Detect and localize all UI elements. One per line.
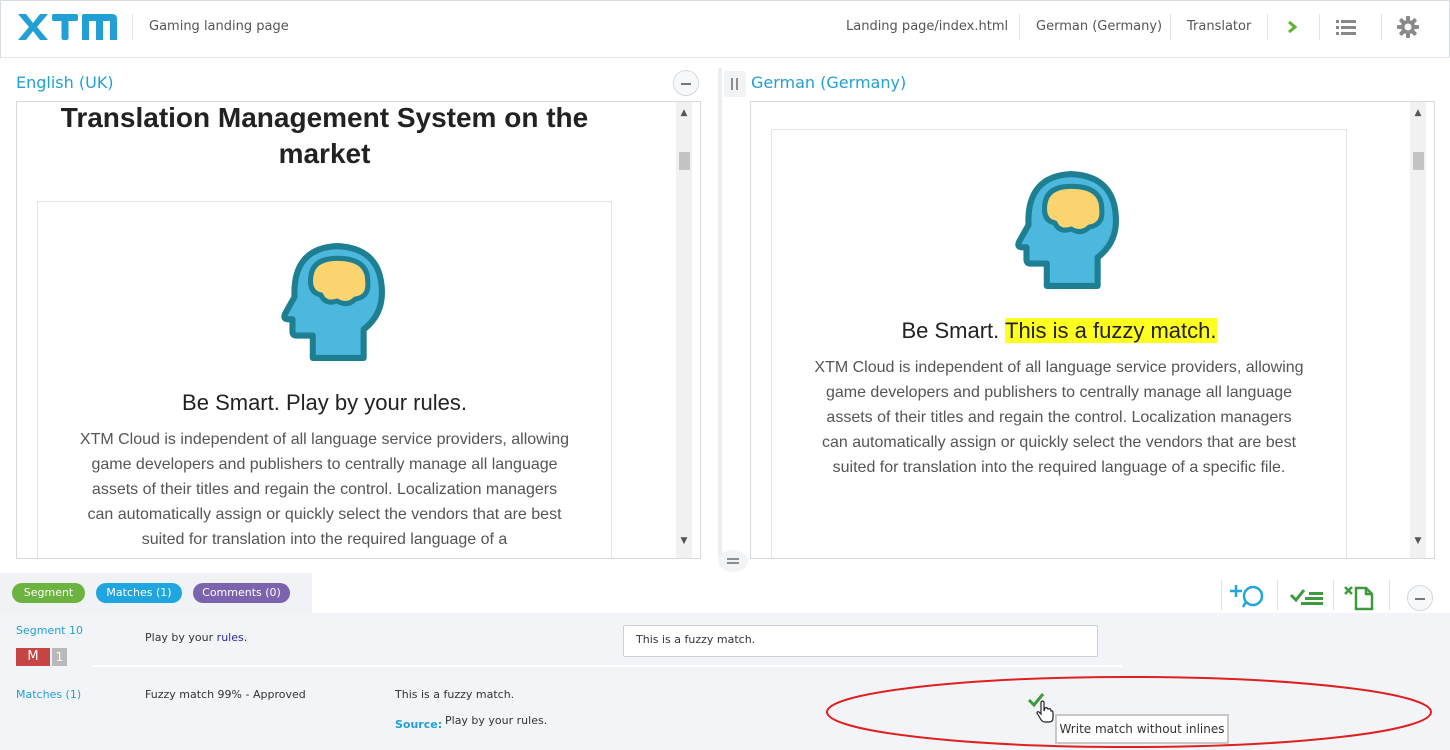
target-scrollbar[interactable]: ▲ ▼: [1410, 102, 1426, 558]
vertical-splitter[interactable]: [718, 68, 722, 558]
clear-document-icon[interactable]: [1344, 585, 1378, 611]
segment-source-link[interactable]: rules: [217, 631, 244, 644]
source-feature-card: Be Smart. Play by your rules. XTM Cloud …: [37, 201, 612, 558]
target-language-title: German (Germany): [751, 73, 907, 92]
write-match-tooltip: Write match without inlines: [1055, 714, 1229, 744]
segment-status-badge: M: [16, 648, 50, 666]
tab-toolbar-area: [312, 573, 1450, 613]
source-scrollbar[interactable]: ▲ ▼: [676, 102, 692, 558]
segment-target-text[interactable]: This is a fuzzy match.: [636, 633, 755, 646]
project-name: Gaming landing page: [149, 19, 289, 34]
target-feature-card: Be Smart. This is a fuzzy match. XTM Clo…: [771, 129, 1347, 558]
list-icon[interactable]: [1336, 18, 1356, 36]
file-name-link[interactable]: Landing page/index.html: [846, 19, 1008, 34]
segment-source-text: Play by your rules.: [145, 631, 247, 644]
brain-head-icon: [1015, 171, 1119, 289]
segment-divider: [92, 665, 1122, 667]
next-arrow-icon[interactable]: [1287, 20, 1299, 34]
scroll-down-icon[interactable]: ▼: [1410, 536, 1426, 546]
horizontal-splitter-handle[interactable]: [718, 550, 748, 572]
confirm-all-icon[interactable]: [1289, 585, 1327, 609]
gear-icon[interactable]: [1397, 16, 1419, 38]
segment-source-suffix: .: [243, 631, 248, 644]
hand-cursor-icon: [1036, 700, 1054, 723]
match-source-text: Play by your rules.: [445, 714, 548, 727]
source-language-title: English (UK): [16, 73, 114, 92]
target-paragraph: XTM Cloud is independent of all language…: [814, 359, 1304, 476]
minimize-bottom-panel-button[interactable]: [1407, 585, 1433, 611]
source-subheading: Be Smart. Play by your rules.: [182, 390, 467, 415]
source-preview-frame: Translation Management System on the mar…: [16, 101, 701, 559]
toolbar-divider: [1277, 580, 1278, 610]
segment-number-label: Segment 10: [16, 624, 83, 637]
segment-match-count-badge: 1: [52, 648, 67, 666]
toolbar-divider: [1221, 580, 1222, 610]
minimize-source-pane-button[interactable]: [673, 70, 699, 96]
matches-section-label: Matches (1): [16, 688, 82, 701]
header-divider: [1319, 14, 1320, 40]
source-heading: Translation Management System on the mar…: [60, 102, 589, 169]
target-subheading-translated: Be Smart.: [901, 318, 1000, 343]
target-language-selector[interactable]: German (Germany): [1036, 19, 1162, 34]
source-paragraph: XTM Cloud is independent of all language…: [79, 431, 570, 548]
add-comment-icon[interactable]: [1229, 583, 1269, 609]
role-label[interactable]: Translator: [1187, 19, 1251, 34]
scroll-thumb[interactable]: [1413, 152, 1424, 170]
scroll-down-icon[interactable]: ▼: [676, 536, 692, 546]
target-subheading: Be Smart. This is a fuzzy match.: [772, 318, 1346, 344]
scroll-up-icon[interactable]: ▲: [1410, 108, 1426, 118]
tab-matches[interactable]: Matches (1): [96, 583, 182, 603]
scroll-thumb[interactable]: [679, 152, 690, 170]
tab-segment[interactable]: Segment: [12, 583, 85, 603]
toolbar-divider: [1333, 580, 1334, 610]
scroll-up-icon[interactable]: ▲: [676, 108, 692, 118]
segment-source-prefix: Play by your: [145, 631, 214, 644]
tab-comments[interactable]: Comments (0): [193, 583, 290, 603]
brain-head-icon: [281, 243, 385, 361]
header-divider: [132, 14, 133, 40]
header-divider: [1381, 14, 1382, 40]
toolbar-divider: [1389, 580, 1390, 610]
fuzzy-match-highlight[interactable]: This is a fuzzy match.: [1005, 318, 1217, 343]
header-divider: [1019, 14, 1020, 40]
match-text[interactable]: This is a fuzzy match.: [395, 688, 514, 701]
header-divider: [1267, 14, 1268, 40]
xtm-logo: [18, 14, 117, 40]
segment-target-editor[interactable]: This is a fuzzy match.: [623, 625, 1098, 657]
pause-splitter-handle[interactable]: [724, 71, 746, 97]
match-source-label: Source:: [395, 718, 443, 731]
match-type-label: Fuzzy match 99% - Approved: [145, 688, 306, 701]
header-divider: [1170, 14, 1171, 40]
target-preview-frame: Be Smart. This is a fuzzy match. XTM Clo…: [750, 101, 1435, 559]
